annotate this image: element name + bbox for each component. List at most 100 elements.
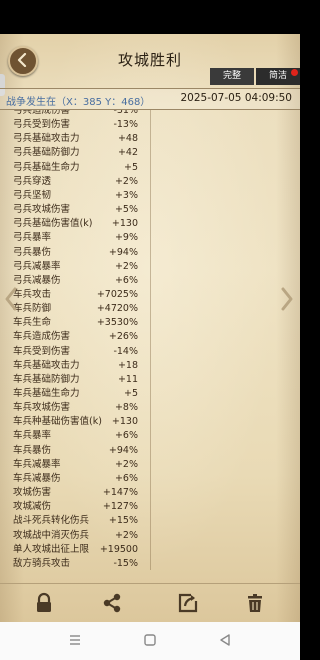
stat-label: 攻城战中消灭伤兵 xyxy=(13,529,90,541)
stat-row: 攻城战中消灭伤兵 +2% xyxy=(10,529,150,543)
stat-value: +127% xyxy=(102,501,138,513)
stat-value: +6% xyxy=(114,472,138,484)
stat-row: 车兵种基础伤害值(k) +130 xyxy=(10,415,150,429)
stat-value: +130 xyxy=(111,416,138,428)
stat-value: +6% xyxy=(114,274,138,286)
stat-row: 车兵减暴伤 +6% xyxy=(10,472,150,486)
stat-value: -14% xyxy=(113,345,138,357)
stat-row: 弓兵暴伤 +94% xyxy=(10,246,150,260)
stat-value: +9% xyxy=(114,232,138,244)
stat-value: +94% xyxy=(108,444,138,456)
export-icon[interactable] xyxy=(177,592,199,614)
stat-label: 车兵生命 xyxy=(13,317,52,329)
lock-icon[interactable] xyxy=(33,592,55,614)
stat-label: 车兵造成伤害 xyxy=(13,331,71,343)
stat-label: 车兵基础攻击力 xyxy=(13,359,80,371)
stat-value: +6% xyxy=(114,430,138,442)
stat-row: 弓兵暴率 +9% xyxy=(10,231,150,245)
stat-value: +5% xyxy=(114,204,138,216)
stat-value: +3% xyxy=(114,189,138,201)
stat-value: +26% xyxy=(108,331,138,343)
stat-label: 弓兵基础防御力 xyxy=(13,147,80,159)
tab-full[interactable]: 完整 xyxy=(210,68,254,85)
stat-value: +7025% xyxy=(96,288,138,300)
stat-label: 弓兵造成伤害 xyxy=(13,110,71,116)
stat-row: 车兵暴率 +6% xyxy=(10,429,150,443)
trash-icon[interactable] xyxy=(244,592,266,614)
stat-row: 敌方骑兵攻击 -15% xyxy=(10,557,150,570)
stat-value: +3530% xyxy=(96,317,138,329)
stat-value: -13% xyxy=(113,119,138,131)
stat-label: 弓兵减暴率 xyxy=(13,260,61,272)
notification-dot xyxy=(291,69,298,76)
share-icon[interactable] xyxy=(101,592,123,614)
stat-row: 弓兵基础攻击力 +48 xyxy=(10,132,150,146)
stat-row: 弓兵穿透 +2% xyxy=(10,175,150,189)
stat-row: 弓兵坚韧 +3% xyxy=(10,189,150,203)
stat-row: 弓兵减暴伤 +6% xyxy=(10,274,150,288)
stat-label: 弓兵暴伤 xyxy=(13,246,52,258)
stat-label: 车兵暴伤 xyxy=(13,444,52,456)
stat-value: +48 xyxy=(117,133,138,145)
stat-label: 车兵基础生命力 xyxy=(13,388,80,399)
stat-label: 车兵攻城伤害 xyxy=(13,402,71,414)
stat-row: 车兵造成伤害 +26% xyxy=(10,330,150,344)
stat-value: +8% xyxy=(114,402,138,414)
stat-row: 车兵生命 +3530% xyxy=(10,316,150,330)
back-icon[interactable] xyxy=(218,633,232,647)
stat-label: 车兵防御 xyxy=(13,303,52,315)
stat-row: 弓兵受到伤害 -13% xyxy=(10,118,150,132)
stat-row: 单人攻城出征上限 +19500 xyxy=(10,543,150,557)
chevron-left-icon xyxy=(17,53,27,67)
stat-value: +2% xyxy=(114,529,138,541)
menu-icon[interactable] xyxy=(68,633,82,647)
stat-row: 车兵受到伤害 -14% xyxy=(10,345,150,359)
stat-value: +18 xyxy=(117,359,138,371)
stat-row: 弓兵造成伤害 -31% xyxy=(10,110,150,118)
stat-label: 弓兵基础攻击力 xyxy=(13,133,80,145)
battle-info-bar: 战争发生在（X：385 Y：468） 2025-07-05 04:09:50 xyxy=(0,88,300,110)
stat-value: +2% xyxy=(114,260,138,272)
stat-value: +5 xyxy=(123,388,138,399)
stat-value: +4720% xyxy=(96,303,138,315)
back-button[interactable] xyxy=(8,46,38,76)
stat-value: +94% xyxy=(108,246,138,258)
stats-list[interactable]: 弓兵造成伤害 -31% 弓兵受到伤害 -13% 弓兵基础攻击力 +48 弓兵基础防御力 +42… xyxy=(10,110,151,570)
stat-row: 车兵基础攻击力 +18 xyxy=(10,359,150,373)
stat-value: +5 xyxy=(123,161,138,173)
stat-row: 弓兵攻城伤害 +5% xyxy=(10,203,150,217)
stat-value: -15% xyxy=(113,557,138,569)
stat-label: 弓兵基础伤害值(k) xyxy=(13,218,93,230)
stat-value: +2% xyxy=(114,175,138,187)
home-icon[interactable] xyxy=(143,633,157,647)
next-arrow-icon[interactable] xyxy=(280,287,294,311)
stat-row: 战斗死兵转化伤兵 +15% xyxy=(10,514,150,528)
stat-row: 车兵减暴率 +2% xyxy=(10,458,150,472)
stat-value: +15% xyxy=(108,515,138,527)
stat-row: 车兵暴伤 +94% xyxy=(10,444,150,458)
stat-label: 攻城伤害 xyxy=(13,487,52,499)
stat-row: 车兵防御 +4720% xyxy=(10,302,150,316)
previous-arrow-icon[interactable] xyxy=(4,287,18,311)
stat-label: 弓兵受到伤害 xyxy=(13,119,71,131)
stat-value: -31% xyxy=(113,110,138,116)
stat-row: 弓兵基础伤害值(k) +130 xyxy=(10,217,150,231)
stat-label: 弓兵攻城伤害 xyxy=(13,204,71,216)
stat-label: 车兵受到伤害 xyxy=(13,345,71,357)
stat-label: 弓兵减暴伤 xyxy=(13,274,61,286)
stat-row: 车兵基础生命力 +5 xyxy=(10,387,150,401)
stat-label: 攻城减伤 xyxy=(13,501,52,513)
stat-row: 攻城伤害 +147% xyxy=(10,486,150,500)
stat-label: 弓兵坚韧 xyxy=(13,189,52,201)
screen: 攻城胜利 完整 简洁 战争发生在（X：385 Y：468） 2025-07-05… xyxy=(0,0,300,660)
stat-row: 车兵攻击 +7025% xyxy=(10,288,150,302)
stat-value: +2% xyxy=(114,458,138,470)
stat-label: 战斗死兵转化伤兵 xyxy=(13,515,90,527)
stat-row: 攻城减伤 +127% xyxy=(10,500,150,514)
page-title: 攻城胜利 xyxy=(117,51,182,69)
stat-value: +11 xyxy=(117,373,138,385)
stat-label: 车兵种基础伤害值(k) xyxy=(13,416,102,428)
stat-label: 车兵攻击 xyxy=(13,288,52,300)
battle-location-link[interactable]: 战争发生在（X：385 Y：468） xyxy=(6,93,150,108)
stat-label: 单人攻城出征上限 xyxy=(13,543,90,555)
